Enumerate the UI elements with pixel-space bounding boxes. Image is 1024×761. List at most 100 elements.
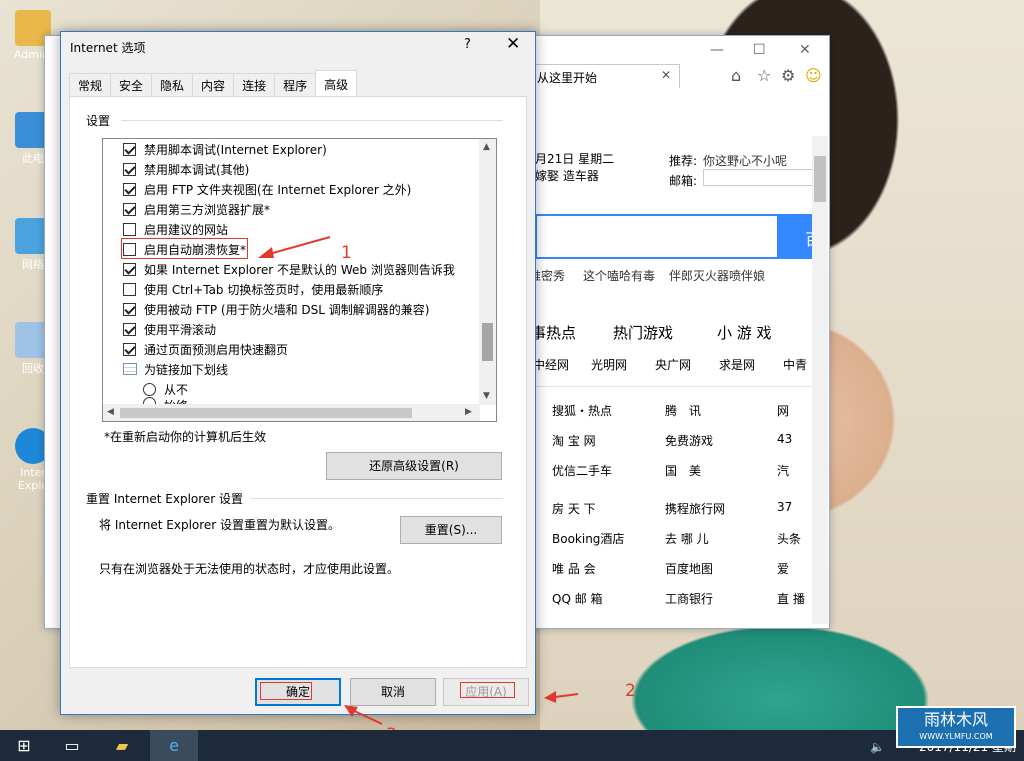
page-scrollbar[interactable] xyxy=(812,136,828,624)
site-link[interactable]: 携程旅行网 xyxy=(665,500,725,517)
maximize-icon[interactable]: ☐ xyxy=(753,42,766,58)
news-link[interactable]: 中青 xyxy=(783,356,807,373)
site-link[interactable]: 汽 xyxy=(777,462,789,479)
scroll-thumb[interactable] xyxy=(482,323,493,361)
site-link[interactable]: 37 xyxy=(777,500,792,514)
tab-general[interactable]: 常规 xyxy=(69,73,112,96)
hot-link[interactable]: 伴郎灭火器喷伴娘 xyxy=(669,267,765,284)
start-button[interactable]: ⊞ xyxy=(0,730,48,761)
radio[interactable] xyxy=(143,382,156,396)
site-link[interactable]: 工商银行 xyxy=(665,590,713,607)
gear-icon[interactable]: ⚙ xyxy=(781,66,795,85)
site-link[interactable]: 淘 宝 网 xyxy=(552,432,596,449)
restore-advanced-button[interactable]: 还原高级设置(R) xyxy=(326,452,502,480)
scroll-thumb[interactable] xyxy=(814,156,826,202)
settings-list[interactable]: 禁用脚本调试(Internet Explorer) 禁用脚本调试(其他) 启用 … xyxy=(102,138,497,422)
category-tab[interactable]: 热门游戏 xyxy=(613,322,673,343)
news-link[interactable]: 央广网 xyxy=(655,356,691,373)
checkbox[interactable] xyxy=(123,162,136,176)
setting-ctrl-tab-order[interactable]: 使用 Ctrl+Tab 切换标签页时，使用最新顺序 xyxy=(123,279,383,299)
list-vscrollbar[interactable]: ▲ ▼ xyxy=(479,139,496,405)
checkbox[interactable] xyxy=(123,322,136,336)
volume-icon[interactable]: 🔈 xyxy=(870,740,885,754)
favorites-star-icon[interactable]: ☆ xyxy=(757,66,771,85)
file-explorer-icon[interactable]: ▰ xyxy=(98,730,146,761)
checkbox[interactable] xyxy=(123,302,136,316)
tab-close-icon[interactable]: ✕ xyxy=(661,68,671,82)
setting-ftp-folder-view[interactable]: 启用 FTP 文件夹视图(在 Internet Explorer 之外) xyxy=(123,179,411,199)
help-button[interactable]: ? xyxy=(464,37,471,52)
site-link[interactable]: 唯 品 会 xyxy=(552,560,596,577)
cancel-button[interactable]: 取消 xyxy=(350,678,436,706)
recommend-label: 推荐: xyxy=(669,154,698,168)
checkbox[interactable] xyxy=(123,202,136,216)
home-icon[interactable]: ⌂ xyxy=(731,66,741,85)
setting-disable-script-debug-other[interactable]: 禁用脚本调试(其他) xyxy=(123,159,249,179)
scroll-thumb[interactable] xyxy=(120,408,412,418)
setting-smooth-scrolling[interactable]: 使用平滑滚动 xyxy=(123,319,216,339)
ie-taskbar-icon[interactable]: e xyxy=(150,730,198,761)
tab-privacy[interactable]: 隐私 xyxy=(151,73,194,96)
search-button[interactable]: 百 xyxy=(777,214,815,259)
setting-passive-ftp[interactable]: 使用被动 FTP (用于防火墙和 DSL 调制解调器的兼容) xyxy=(123,299,429,319)
scroll-up-icon[interactable]: ▲ xyxy=(483,142,490,152)
highlight-box-apply xyxy=(460,682,515,698)
category-tab[interactable]: 事热点 xyxy=(531,322,576,343)
underline-never-option[interactable]: 从不 xyxy=(143,379,188,399)
scroll-down-icon[interactable]: ▼ xyxy=(483,391,490,401)
site-link[interactable]: Booking酒店 xyxy=(552,530,624,547)
news-link[interactable]: 求是网 xyxy=(719,356,755,373)
tab-connections[interactable]: 连接 xyxy=(233,73,276,96)
scroll-right-icon[interactable]: ▶ xyxy=(465,407,472,417)
site-link[interactable]: 直 播 xyxy=(777,590,805,607)
site-link[interactable]: 国 美 xyxy=(665,462,701,479)
category-tab[interactable]: 小 游 戏 xyxy=(717,322,772,343)
almanac-text: 嫁娶 造车器 xyxy=(535,169,599,183)
mailbox-input[interactable] xyxy=(703,169,815,186)
browser-tab[interactable]: 从这里开始 ✕ xyxy=(530,64,680,88)
tab-security[interactable]: 安全 xyxy=(110,73,153,96)
list-hscrollbar[interactable]: ◀ ▶ xyxy=(103,404,480,421)
setting-suggested-sites[interactable]: 启用建议的网站 xyxy=(123,219,228,239)
news-link[interactable]: 中经网 xyxy=(533,356,569,373)
task-view-icon[interactable]: ▭ xyxy=(48,730,96,761)
tab-programs[interactable]: 程序 xyxy=(274,73,317,96)
site-link[interactable]: 头条 xyxy=(777,530,801,547)
setting-default-browser-notify[interactable]: 如果 Internet Explorer 不是默认的 Web 浏览器则告诉我 xyxy=(123,259,455,279)
checkbox[interactable] xyxy=(123,142,136,156)
news-link[interactable]: 光明网 xyxy=(591,356,627,373)
reset-button[interactable]: 重置(S)... xyxy=(400,516,502,544)
tab-content[interactable]: 内容 xyxy=(192,73,235,96)
date-text: 月21日 星期二 xyxy=(535,152,615,166)
smiley-icon[interactable]: ☺ xyxy=(805,66,822,85)
site-link[interactable]: 爱 xyxy=(777,560,789,577)
site-link[interactable]: 百度地图 xyxy=(665,560,713,577)
mailbox-label: 邮箱: xyxy=(669,174,698,188)
dialog-close-button[interactable]: ✕ xyxy=(506,34,520,54)
close-icon[interactable]: ✕ xyxy=(799,42,811,58)
site-link[interactable]: 免费游戏 xyxy=(665,432,713,449)
checkbox[interactable] xyxy=(123,342,136,356)
site-link[interactable]: 房 天 下 xyxy=(552,500,596,517)
recommend-link[interactable]: 你这野心不小呢 xyxy=(703,152,787,169)
search-input[interactable] xyxy=(535,214,777,259)
site-link[interactable]: 网 xyxy=(777,402,789,419)
minimize-icon[interactable]: — xyxy=(710,42,724,58)
checkbox[interactable] xyxy=(123,282,136,296)
checkbox[interactable] xyxy=(123,182,136,196)
site-link[interactable]: 腾 讯 xyxy=(665,402,701,419)
site-link[interactable]: 去 哪 儿 xyxy=(665,530,709,547)
setting-third-party-extensions[interactable]: 启用第三方浏览器扩展* xyxy=(123,199,270,219)
settings-group-label: 设置 xyxy=(86,114,111,128)
setting-disable-script-debug-ie[interactable]: 禁用脚本调试(Internet Explorer) xyxy=(123,139,327,159)
scroll-left-icon[interactable]: ◀ xyxy=(107,407,114,417)
setting-flip-ahead[interactable]: 通过页面预测启用快速翻页 xyxy=(123,339,288,359)
hot-link[interactable]: 这个嗑哈有毒 xyxy=(583,267,655,284)
site-link[interactable]: QQ 邮 箱 xyxy=(552,590,603,607)
tab-advanced[interactable]: 高级 xyxy=(315,70,358,96)
site-link[interactable]: 搜狐・热点 xyxy=(552,402,612,419)
checkbox[interactable] xyxy=(123,262,136,276)
site-link[interactable]: 43 xyxy=(777,432,792,446)
checkbox[interactable] xyxy=(123,222,136,236)
site-link[interactable]: 优信二手车 xyxy=(552,462,612,479)
